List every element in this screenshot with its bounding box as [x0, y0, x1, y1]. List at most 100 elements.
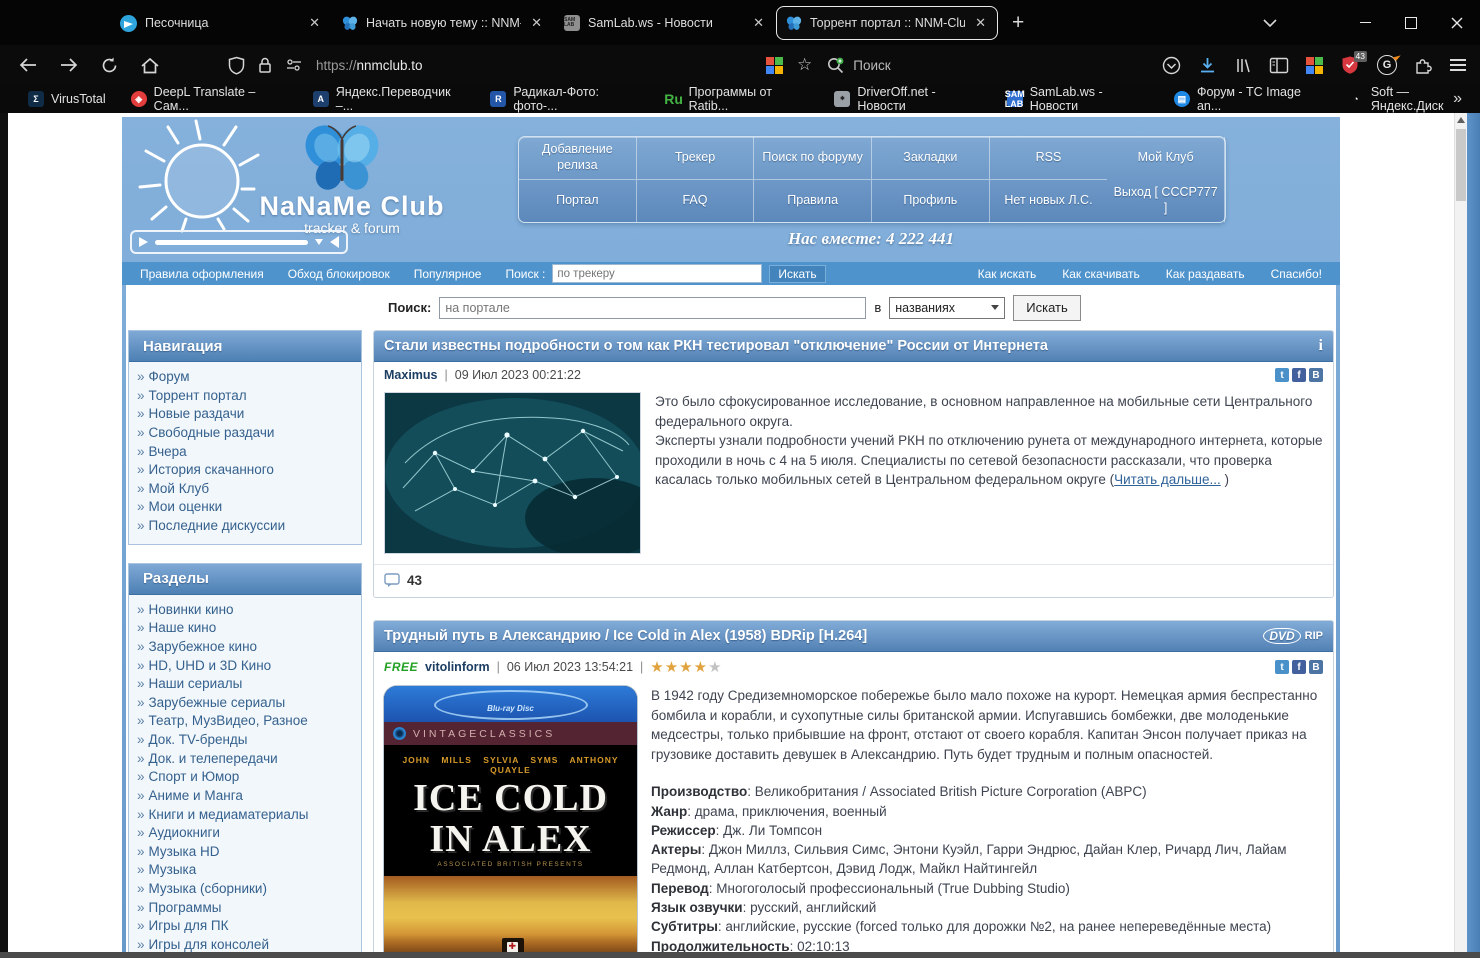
- header-menu-item[interactable]: Поиск по форуму: [754, 137, 872, 180]
- downloads-icon[interactable]: [1198, 56, 1217, 75]
- sidebar-section-link[interactable]: » Док. и телепередачи: [137, 750, 355, 769]
- share-twitter-icon[interactable]: t: [1275, 660, 1289, 674]
- nav-link[interactable]: Правила оформления: [140, 267, 264, 281]
- sidebar-nav-link[interactable]: » Свободные раздачи: [137, 424, 355, 443]
- tab-close-icon[interactable]: ✕: [973, 15, 988, 31]
- sidebar-section-link[interactable]: » Книги и медиаматериалы: [137, 806, 355, 825]
- tab-samlab-news[interactable]: SAM LAB SamLab.ws - Новости ✕: [554, 6, 776, 40]
- bookmark-item[interactable]: ✱ DriverOff.net - Новости: [834, 85, 981, 113]
- g-translate-icon[interactable]: G: [1377, 55, 1397, 75]
- sidebar-section-link[interactable]: » Музыка: [137, 861, 355, 880]
- minimize-button[interactable]: [1342, 0, 1388, 45]
- header-menu-item[interactable]: RSS: [989, 137, 1108, 180]
- sidebar-nav-link[interactable]: » Последние дискуссии: [137, 517, 355, 536]
- progress-bar[interactable]: [155, 239, 308, 245]
- nav-link[interactable]: Как раздавать: [1166, 267, 1245, 281]
- permissions-icon[interactable]: [285, 58, 303, 72]
- sidebar-section-link[interactable]: » Музыка (сборники): [137, 880, 355, 899]
- bookmark-item[interactable]: А Яндекс.Переводчик –...: [312, 85, 466, 113]
- post-title[interactable]: Стали известны подробности о том как РКН…: [384, 338, 1048, 354]
- share-facebook-icon[interactable]: f: [1292, 660, 1306, 674]
- maximize-button[interactable]: [1388, 0, 1434, 45]
- header-menu-item[interactable]: Профиль: [872, 179, 990, 222]
- bookmark-item[interactable]: Σ VirusTotal: [28, 91, 106, 107]
- puzzle-extensions-icon[interactable]: [1414, 56, 1433, 75]
- sidebar-section-link[interactable]: » Док. TV-бренды: [137, 731, 355, 750]
- scrollbar-thumb[interactable]: [1456, 129, 1466, 201]
- header-menu-item[interactable]: Добавление релиза: [519, 137, 637, 180]
- post-author[interactable]: vitolinform: [425, 660, 490, 674]
- url-text[interactable]: https://nnmclub.to: [316, 58, 423, 73]
- url-bar[interactable]: https://nnmclub.to: [228, 45, 423, 85]
- header-menu-item[interactable]: Мой Клуб: [1107, 137, 1225, 180]
- sidebar-section-link[interactable]: » Зарубежные сериалы: [137, 694, 355, 713]
- nav-link[interactable]: Спасибо!: [1271, 267, 1322, 281]
- share-twitter-icon[interactable]: t: [1275, 368, 1289, 382]
- header-menu-item[interactable]: Выход [ СССР777 ]: [1107, 179, 1225, 222]
- dropdown-icon[interactable]: [315, 239, 323, 245]
- bookmark-item[interactable]: SAM LAB SamLab.ws - Новости: [1005, 85, 1149, 113]
- share-vk-icon[interactable]: B: [1309, 368, 1323, 382]
- audio-player[interactable]: [130, 230, 348, 254]
- new-tab-button[interactable]: +: [1012, 11, 1024, 35]
- sidebar-section-link[interactable]: » Аудиокниги: [137, 824, 355, 843]
- bookmark-item[interactable]: ▤ Форум - TC Image an...: [1173, 85, 1323, 113]
- rating-stars[interactable]: ★★★★★: [650, 658, 722, 676]
- tracker-search-button[interactable]: Искать: [769, 264, 826, 283]
- tab-close-icon[interactable]: ✕: [529, 15, 544, 31]
- sidebar-section-link[interactable]: » Новинки кино: [137, 601, 355, 620]
- info-icon[interactable]: i: [1319, 337, 1323, 355]
- search-scope-select[interactable]: названиях: [889, 296, 1006, 319]
- bluray-cover-image[interactable]: Blu-ray Disc VINTAGECLASSICS JOHN MILLS …: [384, 686, 637, 952]
- play-icon[interactable]: [139, 237, 148, 247]
- share-vk-icon[interactable]: B: [1309, 660, 1323, 674]
- header-menu-item[interactable]: Нет новых Л.С.: [990, 180, 1108, 223]
- sidebar-section-link[interactable]: » Наше кино: [137, 619, 355, 638]
- sidebar-section-link[interactable]: » Наши сериалы: [137, 675, 355, 694]
- comments-row[interactable]: 43: [374, 564, 1333, 597]
- sidebar-nav-link[interactable]: » Вчера: [137, 443, 355, 462]
- nav-link[interactable]: Обход блокировок: [288, 267, 390, 281]
- nav-link[interactable]: Популярное: [414, 267, 482, 281]
- nav-link[interactable]: Как скачивать: [1062, 267, 1140, 281]
- sidebar-section-link[interactable]: » Игры для консолей: [137, 936, 355, 952]
- header-menu-item[interactable]: Правила: [754, 179, 872, 222]
- tab-close-icon[interactable]: ✕: [751, 15, 766, 31]
- bookmark-item[interactable]: ◈ DeepL Translate – Сам...: [130, 85, 288, 113]
- forward-icon[interactable]: [59, 56, 79, 74]
- sidebar-section-link[interactable]: » Аниме и Манга: [137, 787, 355, 806]
- header-menu-item[interactable]: Трекер: [636, 137, 755, 180]
- sidebar-section-link[interactable]: » Спорт и Юмор: [137, 768, 355, 787]
- list-all-tabs-button[interactable]: [1250, 0, 1290, 45]
- post-author[interactable]: Maximus: [384, 368, 438, 382]
- tab-nnm-new-topic[interactable]: Начать новую тему :: NNM-Cl ✕: [332, 6, 554, 40]
- read-more-link[interactable]: Читать дальше...: [1114, 472, 1221, 487]
- sidebar-section-link[interactable]: » Программы: [137, 899, 355, 918]
- sidebar-nav-link[interactable]: » Новые раздачи: [137, 405, 355, 424]
- sidebar-nav-link[interactable]: » История скачанного: [137, 461, 355, 480]
- sidebar-nav-link[interactable]: » Форум: [137, 368, 355, 387]
- home-icon[interactable]: [140, 56, 160, 75]
- quick-search[interactable]: Поиск: [826, 56, 891, 75]
- tracking-shield-icon[interactable]: [228, 56, 245, 75]
- comments-count[interactable]: 43: [407, 573, 422, 588]
- sidebar-section-link[interactable]: » Театр, МузВидео, Разное: [137, 712, 355, 731]
- sidebar-section-link[interactable]: » Зарубежное кино: [137, 638, 355, 657]
- tab-telegram-sandbox[interactable]: Песочница ✕: [110, 6, 332, 40]
- news-image-network-map[interactable]: [384, 392, 641, 554]
- sidebar-nav-link[interactable]: » Мои оценки: [137, 498, 355, 517]
- header-menu-item[interactable]: Портал: [519, 179, 637, 222]
- sidebar-section-link[interactable]: » HD, UHD и 3D Кино: [137, 657, 355, 676]
- sidebar-toggle-icon[interactable]: [1269, 57, 1289, 74]
- tab-nnm-portal-active[interactable]: Торрент портал :: NNM-Club ✕: [776, 6, 998, 40]
- reload-icon[interactable]: [100, 56, 119, 75]
- adblock-shield-icon[interactable]: 43: [1340, 51, 1367, 75]
- bookmark-item[interactable]: R Радикал-Фото: фото-...: [490, 85, 640, 113]
- volume-icon[interactable]: [330, 236, 339, 248]
- extension-grid-icon[interactable]: [766, 56, 783, 74]
- bookmark-star-icon[interactable]: ☆: [797, 55, 812, 75]
- bookmarks-overflow-chevron[interactable]: »: [1453, 90, 1462, 108]
- pocket-icon[interactable]: [1162, 56, 1181, 75]
- library-icon[interactable]: [1234, 56, 1252, 75]
- sidebar-nav-link[interactable]: » Мой Клуб: [137, 480, 355, 499]
